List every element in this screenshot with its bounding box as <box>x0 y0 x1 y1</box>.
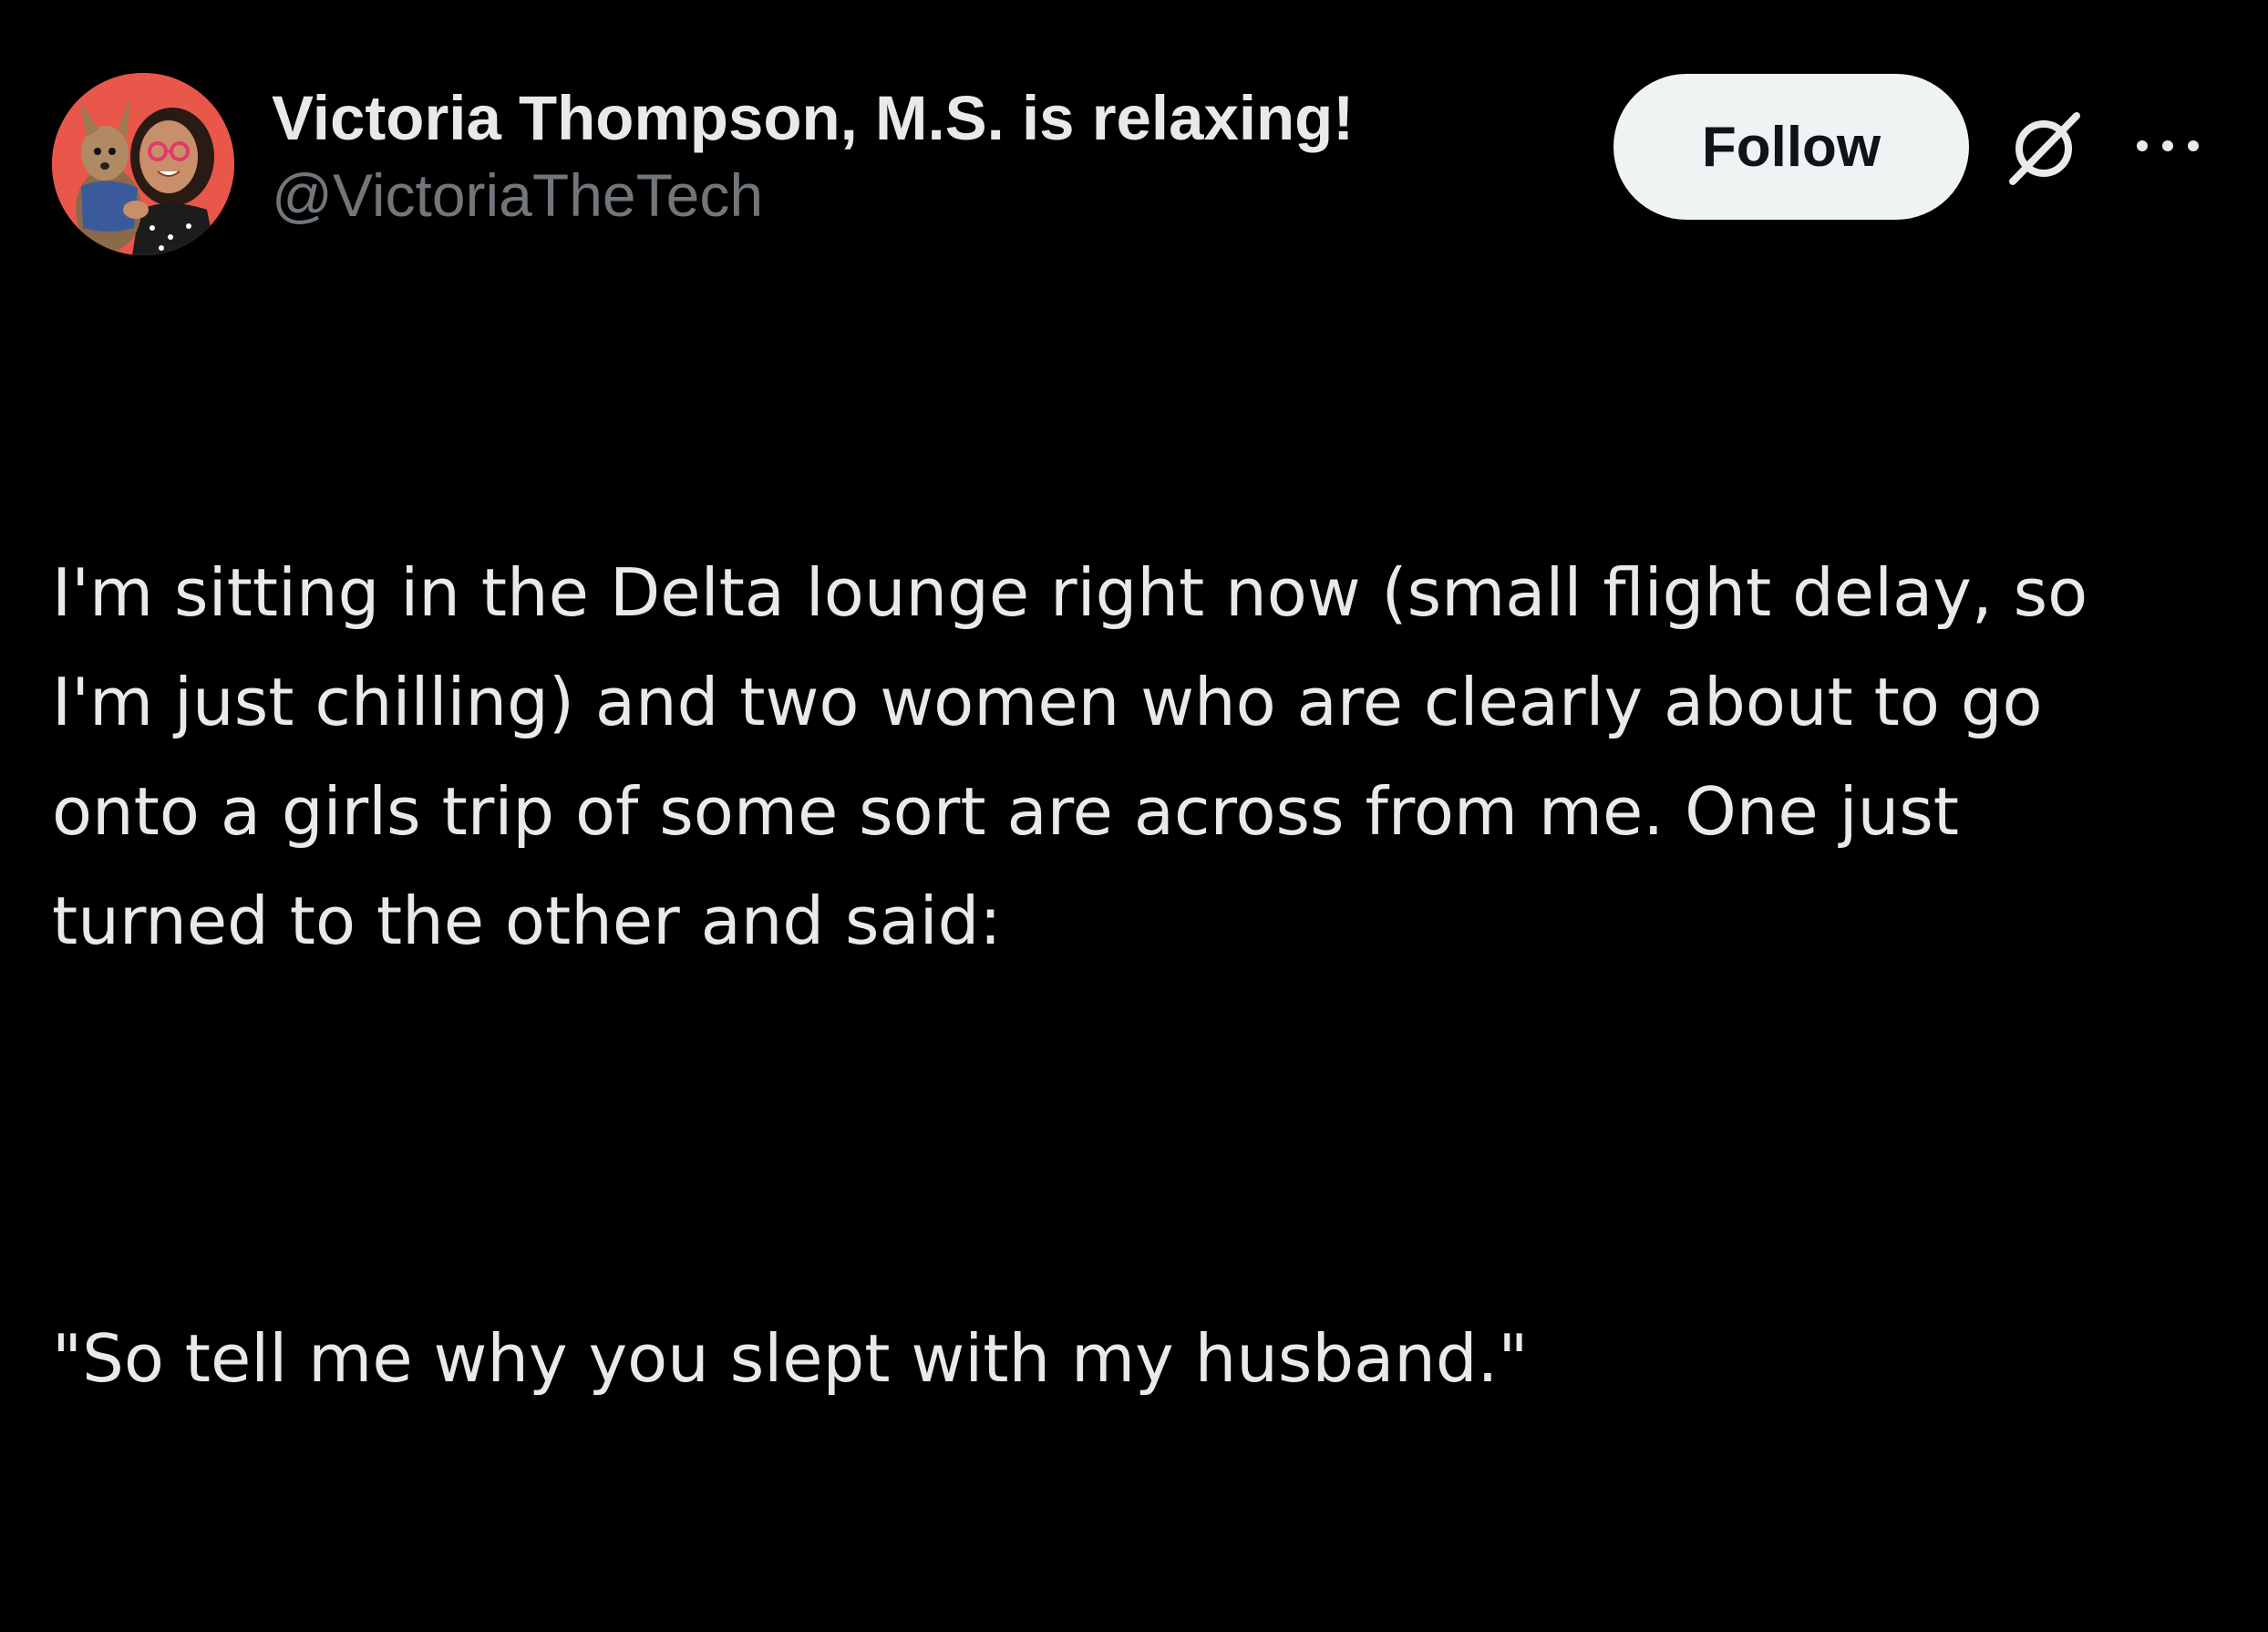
avatar[interactable] <box>52 73 234 255</box>
tweet-body-quote: "So tell me why you slept with my husban… <box>52 1320 1529 1397</box>
follow-button[interactable]: Follow <box>1613 74 1969 220</box>
tweet-card: Victoria Thompson, M.S. is relaxing! @Vi… <box>0 0 2268 1397</box>
tweet-body-paragraph: I'm sitting in the Delta lounge right no… <box>52 554 2088 959</box>
avatar-image <box>52 73 234 255</box>
tweet-body: I'm sitting in the Delta lounge right no… <box>52 319 2240 1632</box>
author-block: Victoria Thompson, M.S. is relaxing! @Vi… <box>272 80 1593 233</box>
author-display-name[interactable]: Victoria Thompson, M.S. is relaxing! <box>272 80 1593 157</box>
more-icon[interactable] <box>2131 128 2204 164</box>
author-handle[interactable]: @VictoriaTheTech <box>272 157 1593 233</box>
more-icon-glyph <box>2137 140 2199 151</box>
grok-icon-glyph <box>2009 112 2080 185</box>
grok-icon[interactable] <box>2002 107 2086 191</box>
